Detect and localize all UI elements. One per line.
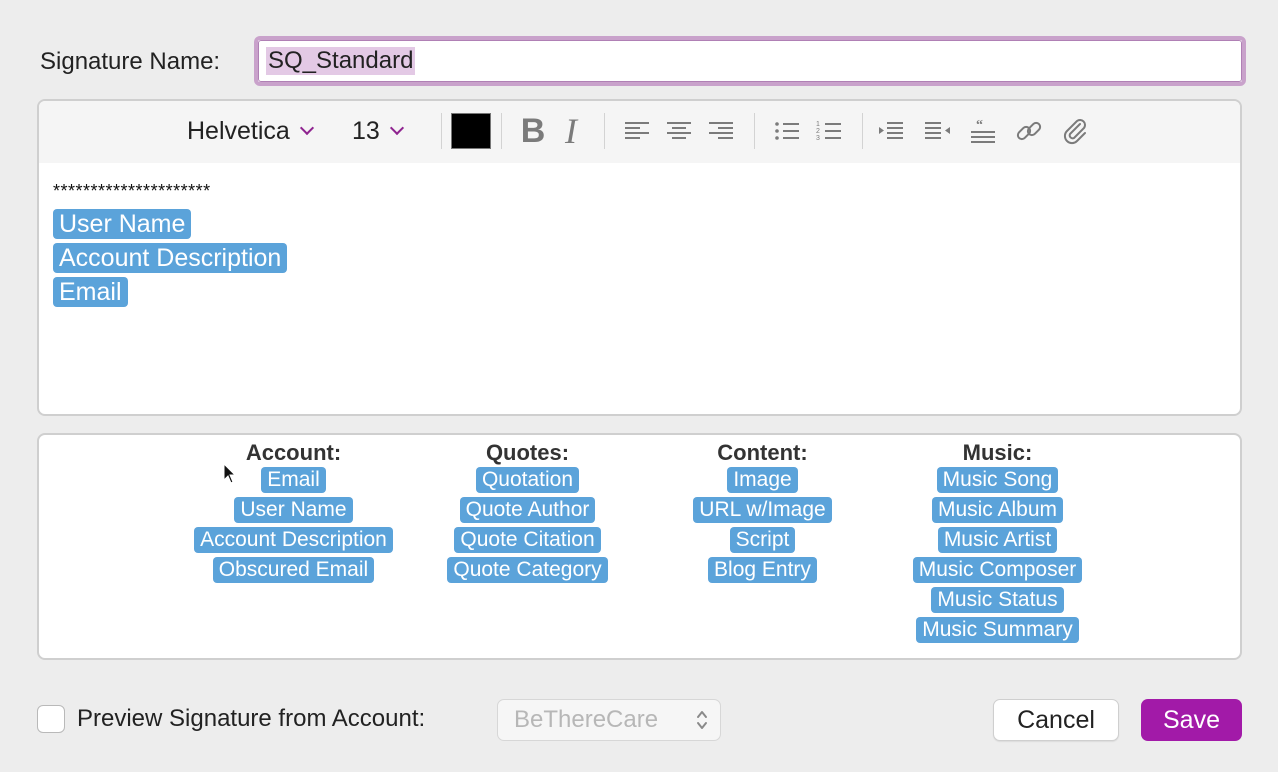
token-obscured-email[interactable]: Obscured Email <box>212 557 375 583</box>
token-blog-entry[interactable]: Blog Entry <box>708 557 817 583</box>
signature-editor[interactable]: Helvetica 13 B I 1 2 3 “ ***************… <box>37 99 1242 416</box>
toolbar-divider <box>754 113 755 149</box>
token-quotation[interactable]: Quotation <box>475 467 580 493</box>
font-size-value: 13 <box>352 117 380 145</box>
link-icon <box>1016 121 1042 141</box>
svg-text:“: “ <box>976 118 983 133</box>
separator-line-text: ********************* <box>53 181 211 201</box>
token-quote-category[interactable]: Quote Category <box>447 557 608 583</box>
editor-token-email[interactable]: Email <box>53 277 128 307</box>
bullet-list-icon <box>775 122 799 140</box>
preview-signature-checkbox[interactable] <box>37 705 65 733</box>
dialog-footer: Preview Signature from Account: BeThereC… <box>0 698 1278 742</box>
token-quote-author[interactable]: Quote Author <box>459 497 596 523</box>
chevron-down-icon <box>299 120 314 136</box>
token-music-album[interactable]: Music Album <box>931 497 1064 523</box>
italic-button[interactable]: I <box>553 111 589 151</box>
block-quote-button[interactable]: “ <box>965 113 1001 149</box>
signature-name-label: Signature Name: <box>40 48 221 75</box>
toolbar-divider <box>501 113 502 149</box>
signature-editor-dialog: Signature Name: SQ_Standard Helvetica 13… <box>0 0 1278 772</box>
token-url-with-image[interactable]: URL w/Image <box>693 497 832 523</box>
align-center-icon <box>667 122 691 139</box>
token-music-composer[interactable]: Music Composer <box>912 557 1083 583</box>
editor-token-account-description[interactable]: Account Description <box>53 243 288 273</box>
token-user-name[interactable]: User Name <box>234 497 353 523</box>
preview-account-value: BeThereCare <box>514 706 659 733</box>
align-left-button[interactable] <box>619 113 655 149</box>
token-email[interactable]: Email <box>261 467 326 493</box>
music-tokens-column: Music: Music Song Music Album Music Arti… <box>895 435 1100 647</box>
token-music-artist[interactable]: Music Artist <box>937 527 1058 553</box>
svg-text:1: 1 <box>816 121 820 128</box>
indent-increase-icon <box>925 122 950 139</box>
align-center-button[interactable] <box>661 113 697 149</box>
token-image[interactable]: Image <box>727 467 798 493</box>
align-right-button[interactable] <box>703 113 739 149</box>
toolbar-divider <box>862 113 863 149</box>
account-tokens-column: Account: Email User Name Account Descrip… <box>191 435 396 587</box>
svg-text:2: 2 <box>816 128 820 135</box>
signature-name-input[interactable]: SQ_Standard <box>254 36 1246 86</box>
text-color-swatch[interactable] <box>451 113 491 149</box>
signature-name-value[interactable]: SQ_Standard <box>266 47 416 75</box>
token-script[interactable]: Script <box>729 527 796 553</box>
editor-content[interactable]: ********************* User Name Account … <box>53 181 288 311</box>
token-palette: Account: Email User Name Account Descrip… <box>37 433 1242 660</box>
content-heading: Content: <box>717 440 808 465</box>
paperclip-icon <box>1063 119 1086 145</box>
decrease-indent-button[interactable] <box>873 113 909 149</box>
token-quote-citation[interactable]: Quote Citation <box>454 527 601 553</box>
preview-signature-label: Preview Signature from Account: <box>77 705 426 732</box>
font-size-select[interactable]: 13 <box>352 117 404 146</box>
quotes-heading: Quotes: <box>485 440 570 465</box>
align-left-icon <box>625 122 649 139</box>
music-heading: Music: <box>962 440 1033 465</box>
token-music-summary[interactable]: Music Summary <box>916 617 1079 643</box>
preview-account-select[interactable]: BeThereCare <box>497 699 721 741</box>
toolbar-divider <box>441 113 442 149</box>
numbered-list-button[interactable]: 123 <box>811 113 847 149</box>
token-music-song[interactable]: Music Song <box>936 467 1059 493</box>
up-down-chevron-icon <box>697 711 707 729</box>
font-family-select[interactable]: Helvetica <box>187 117 314 146</box>
signature-name-row: Signature Name: SQ_Standard <box>40 36 1246 86</box>
content-tokens-column: Content: Image URL w/Image Script Blog E… <box>660 435 865 587</box>
numbered-list-icon: 123 <box>816 121 841 142</box>
indent-decrease-icon <box>879 122 903 139</box>
token-music-status[interactable]: Music Status <box>931 587 1064 613</box>
token-account-description[interactable]: Account Description <box>194 527 393 553</box>
chevron-down-icon <box>389 120 404 136</box>
insert-link-button[interactable] <box>1011 113 1047 149</box>
editor-token-user-name[interactable]: User Name <box>53 209 192 239</box>
mouse-pointer-icon <box>223 463 237 484</box>
attachment-button[interactable] <box>1057 113 1093 149</box>
svg-text:3: 3 <box>816 135 820 142</box>
block-quote-icon: “ <box>971 118 995 143</box>
cancel-button[interactable]: Cancel <box>993 699 1119 741</box>
align-right-icon <box>709 122 733 139</box>
quotes-tokens-column: Quotes: Quotation Quote Author Quote Cit… <box>425 435 630 587</box>
account-heading: Account: <box>245 440 342 465</box>
font-family-value: Helvetica <box>187 117 290 145</box>
bold-button[interactable]: B <box>515 112 551 150</box>
bullet-list-button[interactable] <box>769 113 805 149</box>
format-toolbar: Helvetica 13 B I 1 2 3 “ <box>39 101 1240 163</box>
toolbar-divider <box>604 113 605 149</box>
save-button[interactable]: Save <box>1141 699 1242 741</box>
increase-indent-button[interactable] <box>919 113 955 149</box>
